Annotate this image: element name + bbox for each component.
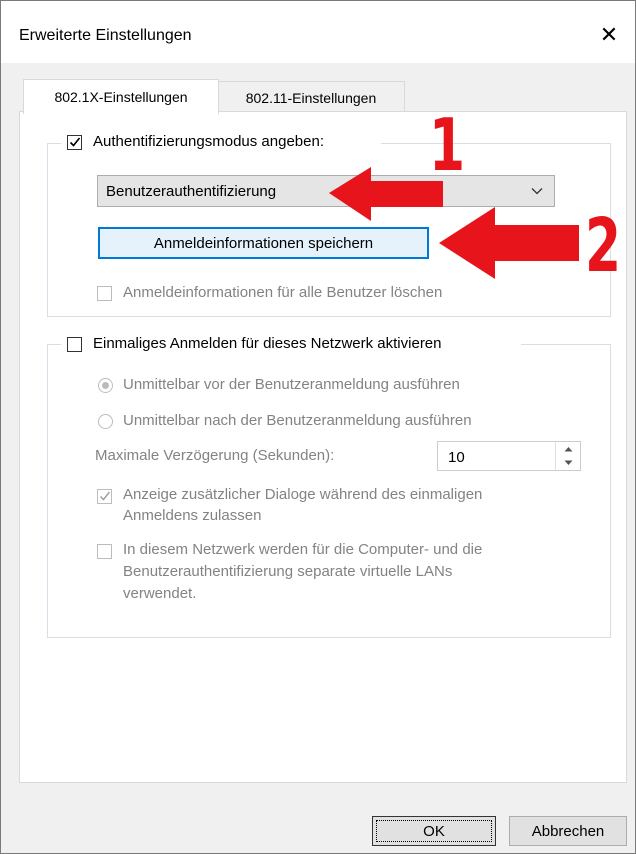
dialog-window: Erweiterte Einstellungen ✕ 802.1X-Einste…: [0, 0, 636, 854]
radio-before-logon-label: Unmittelbar vor der Benutzeranmeldung au…: [123, 376, 460, 393]
tab-802-1x[interactable]: 802.1X-Einstellungen: [23, 79, 219, 114]
close-icon[interactable]: ✕: [589, 15, 629, 55]
sso-label: Einmaliges Anmelden für dieses Netzwerk …: [93, 335, 442, 352]
radio-before-logon[interactable]: [98, 378, 113, 393]
save-credentials-button[interactable]: Anmeldeinformationen speichern: [98, 227, 429, 259]
window-title: Erweiterte Einstellungen: [19, 27, 192, 44]
radio-after-logon-label: Unmittelbar nach der Benutzeranmeldung a…: [123, 412, 472, 429]
ok-button[interactable]: OK: [372, 816, 496, 846]
sso-checkbox[interactable]: [67, 337, 82, 352]
auth-mode-label: Authentifizierungsmodus angeben:: [93, 133, 324, 150]
max-delay-value: 10: [448, 449, 465, 466]
save-credentials-label: Anmeldeinformationen speichern: [153, 234, 374, 252]
spin-down-button[interactable]: [556, 456, 580, 470]
marker-1-label: 1: [429, 103, 466, 187]
radio-after-logon[interactable]: [98, 414, 113, 429]
title-bar: Erweiterte Einstellungen ✕: [1, 1, 635, 63]
tab-802-1x-label: 802.1X-Einstellungen: [54, 89, 188, 105]
checkmark-icon: [69, 137, 81, 147]
delete-credentials-checkbox[interactable]: [97, 286, 112, 301]
checkmark-icon: [99, 491, 111, 501]
separate-vlan-label-line3: verwendet.: [123, 585, 197, 602]
spin-up-button[interactable]: [556, 442, 580, 456]
delete-credentials-label: Anmeldeinformationen für alle Benutzer l…: [123, 284, 443, 301]
cancel-button[interactable]: Abbrechen: [509, 816, 627, 846]
chevron-down-icon: [531, 188, 543, 195]
max-delay-spinner[interactable]: 10: [437, 441, 581, 471]
tab-802-11-label: 802.11-Einstellungen: [245, 89, 377, 106]
show-dialogs-label-line2: Anmeldens zulassen: [123, 507, 262, 524]
tab-802-11[interactable]: 802.11-Einstellungen: [217, 81, 405, 113]
ok-label: OK: [423, 822, 445, 840]
marker-2-label: 2: [585, 203, 622, 289]
separate-vlan-label-line2: Benutzerauthentifizierung separate virtu…: [123, 563, 453, 580]
triangle-down-icon: [564, 460, 572, 465]
show-dialogs-label-line1: Anzeige zusätzlicher Dialoge während des…: [123, 486, 483, 503]
cancel-label: Abbrechen: [531, 822, 605, 840]
auth-mode-select-value: Benutzerauthentifizierung: [106, 183, 277, 200]
separate-vlan-checkbox[interactable]: [97, 544, 112, 559]
triangle-up-icon: [564, 447, 572, 452]
auth-mode-checkbox[interactable]: [67, 135, 82, 150]
separate-vlan-label-line1: In diesem Netzwerk werden für die Comput…: [123, 541, 483, 558]
show-dialogs-checkbox[interactable]: [97, 489, 112, 504]
max-delay-label: Maximale Verzögerung (Sekunden):: [95, 447, 335, 464]
arrow-2-icon: [439, 207, 579, 279]
